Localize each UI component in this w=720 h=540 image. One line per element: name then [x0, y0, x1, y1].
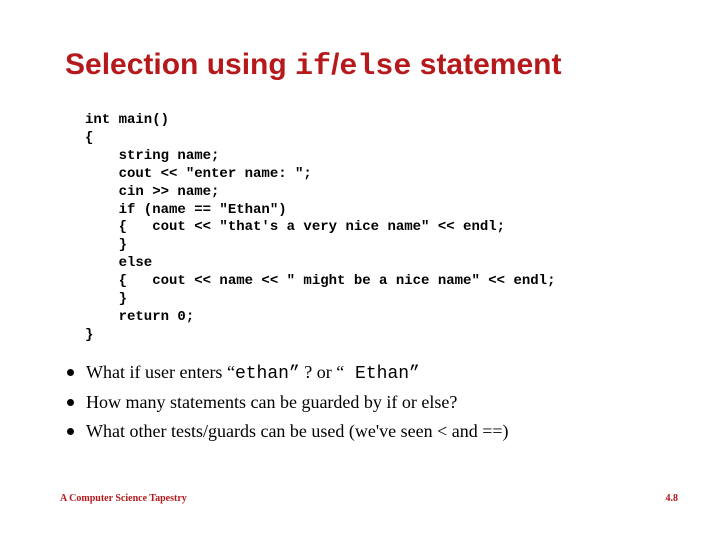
bullet-1-part1: What if user enters “: [86, 362, 235, 382]
title-code-else: else: [339, 50, 411, 84]
title-code-if: if: [295, 50, 331, 84]
title-text-1: Selection using: [65, 48, 295, 81]
bullet-list: What if user enters “ethan” ? or “ Ethan…: [67, 360, 680, 447]
bullet-1-mono2: Ethan”: [344, 364, 420, 384]
title-text-2: statement: [411, 48, 561, 81]
page-number: 4.8: [666, 493, 679, 504]
footer-title: A Computer Science Tapestry: [60, 493, 187, 504]
bullet-text-1: What if user enters “ethan” ? or “ Ethan…: [86, 360, 420, 386]
bullet-1-mono1: ethan”: [235, 364, 300, 384]
code-block: int main() { string name; cout << "enter…: [85, 112, 555, 345]
slide-title: Selection using if/else statement: [65, 48, 561, 84]
bullet-text-2: How many statements can be guarded by if…: [86, 390, 457, 414]
slide: Selection using if/else statement int ma…: [0, 0, 720, 540]
bullet-item: What other tests/guards can be used (we'…: [67, 419, 680, 443]
bullet-item: How many statements can be guarded by if…: [67, 390, 680, 414]
bullet-dot-icon: [67, 369, 74, 376]
bullet-1-part2: ? or “: [300, 362, 344, 382]
bullet-text-3: What other tests/guards can be used (we'…: [86, 419, 509, 443]
bullet-dot-icon: [67, 399, 74, 406]
bullet-dot-icon: [67, 428, 74, 435]
bullet-item: What if user enters “ethan” ? or “ Ethan…: [67, 360, 680, 386]
